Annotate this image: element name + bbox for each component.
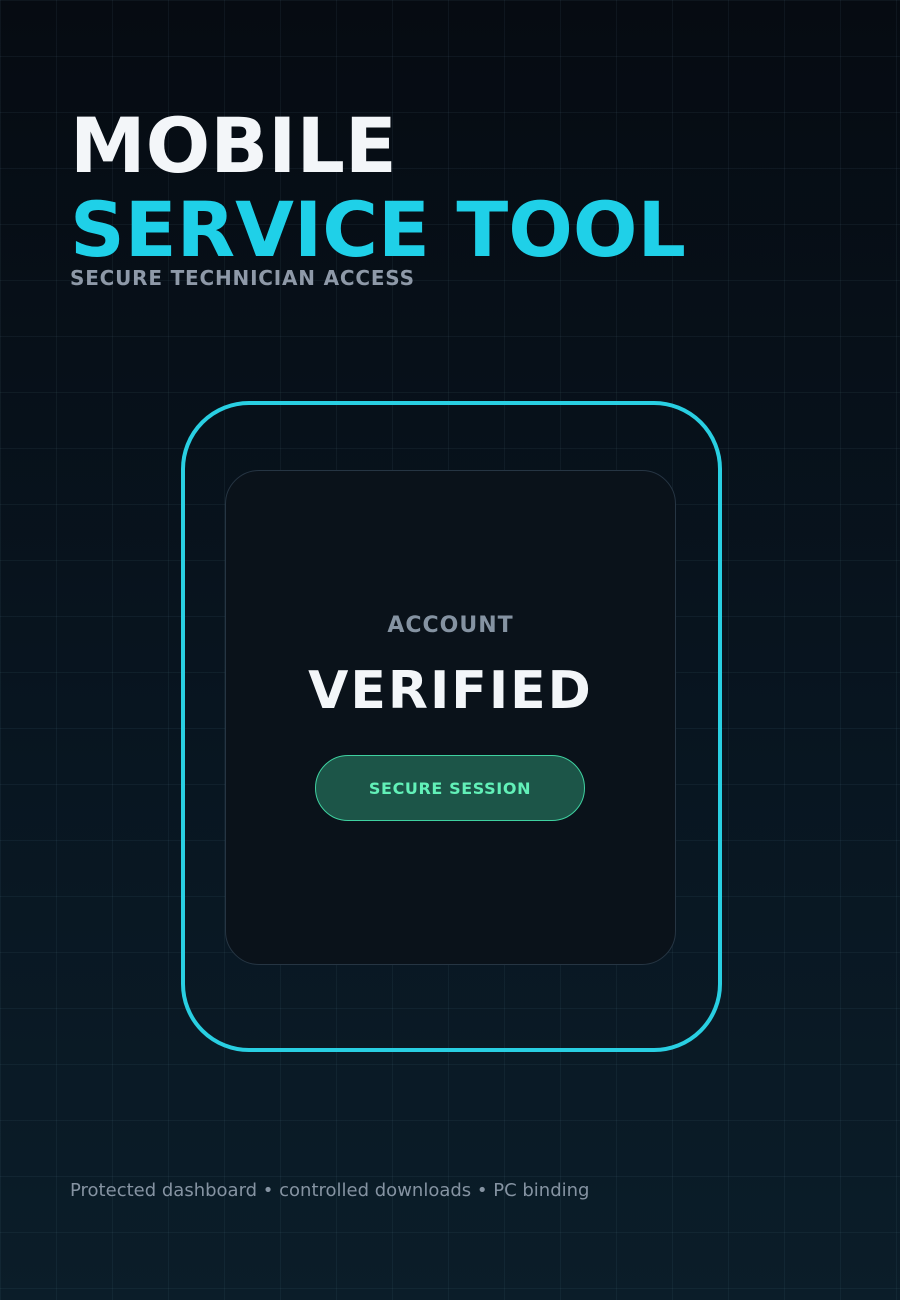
footer-features: Protected dashboard • controlled downloa… xyxy=(70,1180,590,1201)
account-label: ACCOUNT xyxy=(387,613,514,638)
secure-session-button[interactable]: SECURE SESSION xyxy=(315,755,585,821)
app-title-line-2: SERVICE TOOL xyxy=(70,185,686,274)
account-status-card: ACCOUNT VERIFIED SECURE SESSION xyxy=(225,470,676,965)
app-subtitle: SECURE TECHNICIAN ACCESS xyxy=(70,266,415,290)
app-title-line-1: MOBILE xyxy=(70,101,397,190)
verification-status: VERIFIED xyxy=(308,661,593,721)
